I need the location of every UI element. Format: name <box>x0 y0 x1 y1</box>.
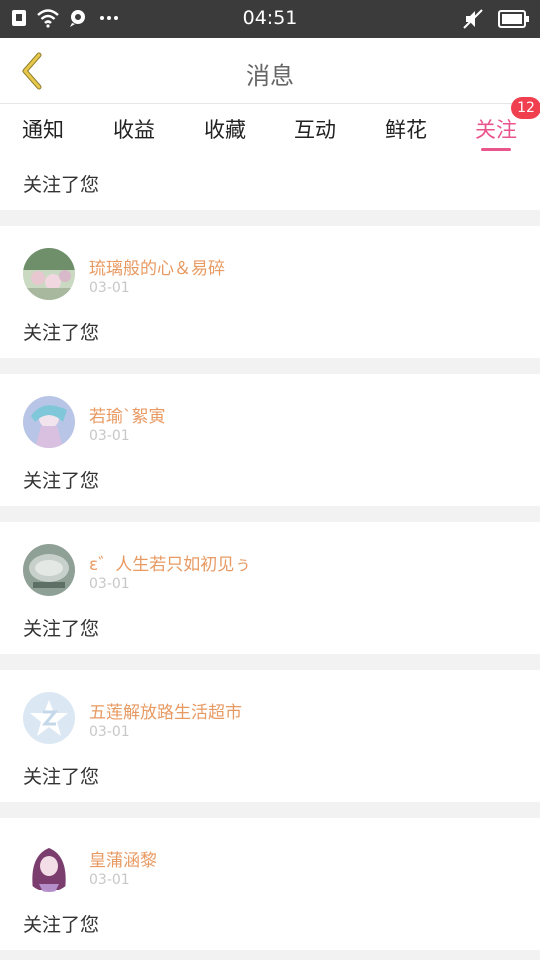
action-text: 关注了您 <box>23 322 100 344</box>
list-item[interactable]: 五莲解放路生活超市 03-01 关注了您 <box>0 670 540 802</box>
timestamp: 03-01 <box>89 428 130 444</box>
default-avatar-icon <box>23 692 75 744</box>
list-item[interactable]: 关注了您 <box>0 158 540 210</box>
action-text: 关注了您 <box>23 174 100 196</box>
page-title: 消息 <box>246 62 294 90</box>
username[interactable]: ε゛人生若只如初见ぅ <box>89 550 251 575</box>
status-bar: 04:51 <box>0 0 540 38</box>
tab-flowers[interactable]: 鲜花 <box>371 114 441 144</box>
avatar[interactable] <box>23 248 75 300</box>
timestamp: 03-01 <box>89 576 130 592</box>
username[interactable]: 琉璃般的心＆易碎 <box>89 254 225 279</box>
battery-icon <box>498 10 529 28</box>
tab-earnings[interactable]: 收益 <box>99 114 169 144</box>
muted-icon <box>463 9 483 29</box>
action-text: 关注了您 <box>23 618 100 640</box>
avatar[interactable] <box>23 544 75 596</box>
action-text: 关注了您 <box>23 766 100 788</box>
action-text: 关注了您 <box>23 470 100 492</box>
username[interactable]: 若瑜`絮寅 <box>89 402 166 427</box>
tab-bar: 通知 收益 收藏 互动 鲜花 关注 <box>0 104 540 158</box>
avatar[interactable] <box>23 840 75 892</box>
status-time: 04:51 <box>242 7 298 29</box>
list-item[interactable]: ε゛人生若只如初见ぅ 03-01 关注了您 <box>0 522 540 654</box>
follows-count-badge: 12 <box>511 97 540 119</box>
timestamp: 03-01 <box>89 724 130 740</box>
header: 消息 <box>0 38 540 104</box>
tab-interactions[interactable]: 互动 <box>280 114 350 144</box>
list-item[interactable]: 皇蒲涵黎 03-01 关注了您 <box>0 818 540 950</box>
action-text: 关注了您 <box>23 914 100 936</box>
avatar[interactable] <box>23 396 75 448</box>
list-item[interactable]: 若瑜`絮寅 03-01 关注了您 <box>0 374 540 506</box>
active-tab-indicator <box>481 148 511 151</box>
timestamp: 03-01 <box>89 280 130 296</box>
username[interactable]: 五莲解放路生活超市 <box>89 698 242 723</box>
tab-notifications[interactable]: 通知 <box>8 114 78 144</box>
list-item[interactable]: 琉璃般的心＆易碎 03-01 关注了您 <box>0 226 540 358</box>
username[interactable]: 皇蒲涵黎 <box>89 846 157 871</box>
tab-favorites[interactable]: 收藏 <box>190 114 260 144</box>
timestamp: 03-01 <box>89 872 130 888</box>
avatar[interactable] <box>23 692 75 744</box>
status-right-icons <box>462 8 530 30</box>
message-list: 关注了您 琉璃般的心＆易碎 03-01 关注了您 若瑜`絮寅 03-01 关注了… <box>0 158 540 960</box>
